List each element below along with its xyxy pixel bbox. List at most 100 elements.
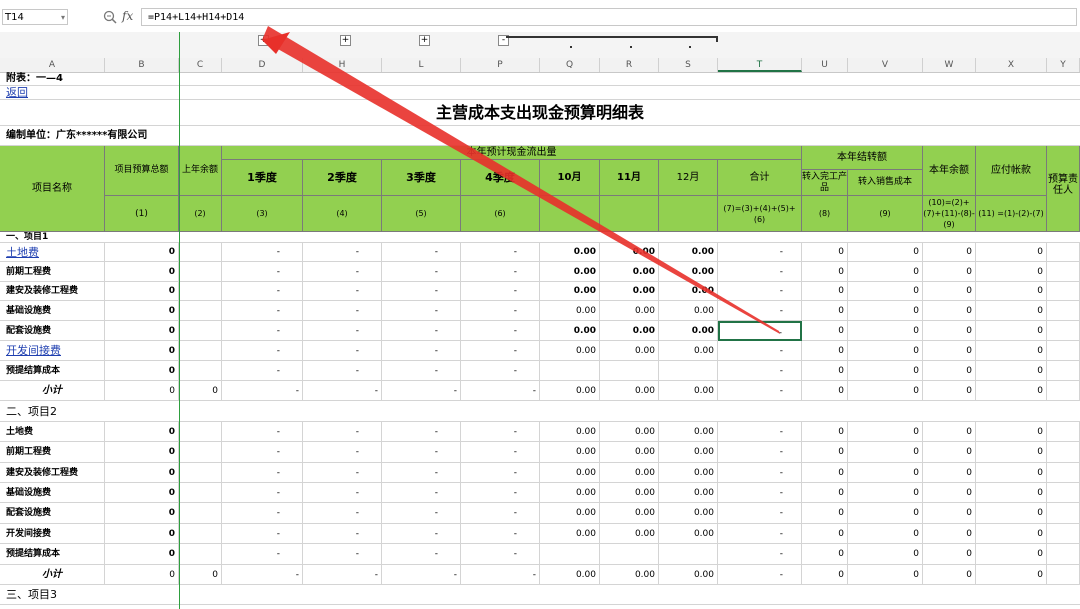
cell-w[interactable]: 0 [923, 524, 976, 544]
cell-s[interactable]: 0.00 [659, 442, 718, 463]
cell-b[interactable]: 0 [105, 565, 179, 585]
cell-x[interactable]: 0 [976, 361, 1047, 381]
cell-b[interactable]: 0 [105, 463, 179, 483]
column-header-w[interactable]: W [923, 58, 976, 72]
cell-y[interactable] [1047, 422, 1080, 442]
column-header-c[interactable]: C [179, 58, 222, 72]
cell-s[interactable] [659, 544, 718, 565]
cell-c[interactable] [179, 262, 222, 282]
column-header-v[interactable]: V [848, 58, 923, 72]
cell-r[interactable]: 0.00 [600, 565, 659, 585]
cell-s[interactable]: 0.00 [659, 565, 718, 585]
cell-l[interactable]: - [382, 422, 461, 442]
cell-p[interactable]: - [461, 565, 540, 585]
cell-d[interactable]: - [222, 321, 303, 341]
cell-r[interactable]: 0.00 [600, 243, 659, 262]
cell-v[interactable]: 0 [848, 442, 923, 463]
cell-q[interactable] [540, 544, 600, 565]
cell-l[interactable]: - [382, 483, 461, 503]
cell-p[interactable]: - [461, 243, 540, 262]
cell-x[interactable]: 0 [976, 422, 1047, 442]
cell-w[interactable]: 0 [923, 503, 976, 524]
cell-l[interactable]: - [382, 262, 461, 282]
column-header-d[interactable]: D [222, 58, 303, 72]
chevron-down-icon[interactable]: ▾ [61, 10, 65, 26]
cell-h[interactable]: - [303, 243, 382, 262]
cell-c[interactable] [179, 463, 222, 483]
cell-t[interactable]: - [718, 442, 802, 463]
cell-x[interactable]: 0 [976, 565, 1047, 585]
cell-r[interactable]: 0.00 [600, 381, 659, 401]
formula-input[interactable]: =P14+L14+H14+D14 [141, 8, 1077, 26]
cell-r[interactable]: 0.00 [600, 483, 659, 503]
cell-d[interactable]: - [222, 524, 303, 544]
cell-l[interactable]: - [382, 503, 461, 524]
column-header-q[interactable]: Q [540, 58, 600, 72]
cell-u[interactable]: 0 [802, 544, 848, 565]
cell-q[interactable]: 0.00 [540, 301, 600, 321]
cell-d[interactable]: - [222, 565, 303, 585]
cell-y[interactable] [1047, 321, 1080, 341]
cell-d[interactable]: - [222, 243, 303, 262]
cell-x[interactable]: 0 [976, 282, 1047, 301]
cell-h[interactable]: - [303, 262, 382, 282]
cell-p[interactable]: - [461, 381, 540, 401]
cell-v[interactable]: 0 [848, 341, 923, 361]
cell-s[interactable]: 0.00 [659, 463, 718, 483]
cell-q[interactable]: 0.00 [540, 341, 600, 361]
column-header-h[interactable]: H [303, 58, 382, 72]
cell-s[interactable]: 0.00 [659, 321, 718, 341]
cell-w[interactable]: 0 [923, 483, 976, 503]
cell-h[interactable]: - [303, 381, 382, 401]
cell-p[interactable]: - [461, 341, 540, 361]
cell-x[interactable]: 0 [976, 243, 1047, 262]
cell-l[interactable]: - [382, 524, 461, 544]
cell-d[interactable]: - [222, 544, 303, 565]
cell-w[interactable]: 0 [923, 361, 976, 381]
cell-r[interactable]: 0.00 [600, 321, 659, 341]
cell-b[interactable]: 0 [105, 544, 179, 565]
cell-w[interactable]: 0 [923, 463, 976, 483]
cell-d[interactable]: - [222, 381, 303, 401]
column-header-b[interactable]: B [105, 58, 179, 72]
cell-s[interactable]: 0.00 [659, 422, 718, 442]
cell-t[interactable]: - [718, 463, 802, 483]
cell-w[interactable]: 0 [923, 442, 976, 463]
cell-s[interactable]: 0.00 [659, 262, 718, 282]
cell-w[interactable]: 0 [923, 544, 976, 565]
zoom-icon[interactable] [103, 10, 117, 24]
cell-t[interactable]: - [718, 301, 802, 321]
cell-y[interactable] [1047, 341, 1080, 361]
cell-v[interactable]: 0 [848, 262, 923, 282]
cell-w[interactable]: 0 [923, 381, 976, 401]
cell-h[interactable]: - [303, 503, 382, 524]
cell-l[interactable]: - [382, 361, 461, 381]
cell-p[interactable]: - [461, 503, 540, 524]
cell-b[interactable]: 0 [105, 483, 179, 503]
cell-s[interactable] [659, 361, 718, 381]
cell-h[interactable]: - [303, 301, 382, 321]
cell-y[interactable] [1047, 483, 1080, 503]
cell-c[interactable] [179, 483, 222, 503]
cell-q[interactable]: 0.00 [540, 503, 600, 524]
cell-c[interactable] [179, 361, 222, 381]
cell-c[interactable] [179, 341, 222, 361]
cell-q[interactable]: 0.00 [540, 483, 600, 503]
cell-t[interactable]: - [718, 565, 802, 585]
cell-r[interactable] [600, 544, 659, 565]
back-link[interactable]: 返回 [0, 86, 1080, 100]
cell-q[interactable]: 0.00 [540, 442, 600, 463]
cell-s[interactable]: 0.00 [659, 381, 718, 401]
cell-y[interactable] [1047, 544, 1080, 565]
cell-q[interactable]: 0.00 [540, 524, 600, 544]
cell-r[interactable] [600, 361, 659, 381]
cell-q[interactable]: 0.00 [540, 463, 600, 483]
cell-t[interactable]: - [718, 361, 802, 381]
cell-p[interactable]: - [461, 544, 540, 565]
cell-c[interactable] [179, 321, 222, 341]
selected-cell[interactable]: - [718, 321, 802, 341]
cell-l[interactable]: - [382, 442, 461, 463]
cell-w[interactable]: 0 [923, 422, 976, 442]
cell-x[interactable]: 0 [976, 503, 1047, 524]
row-label[interactable]: 土地费 [0, 243, 105, 262]
